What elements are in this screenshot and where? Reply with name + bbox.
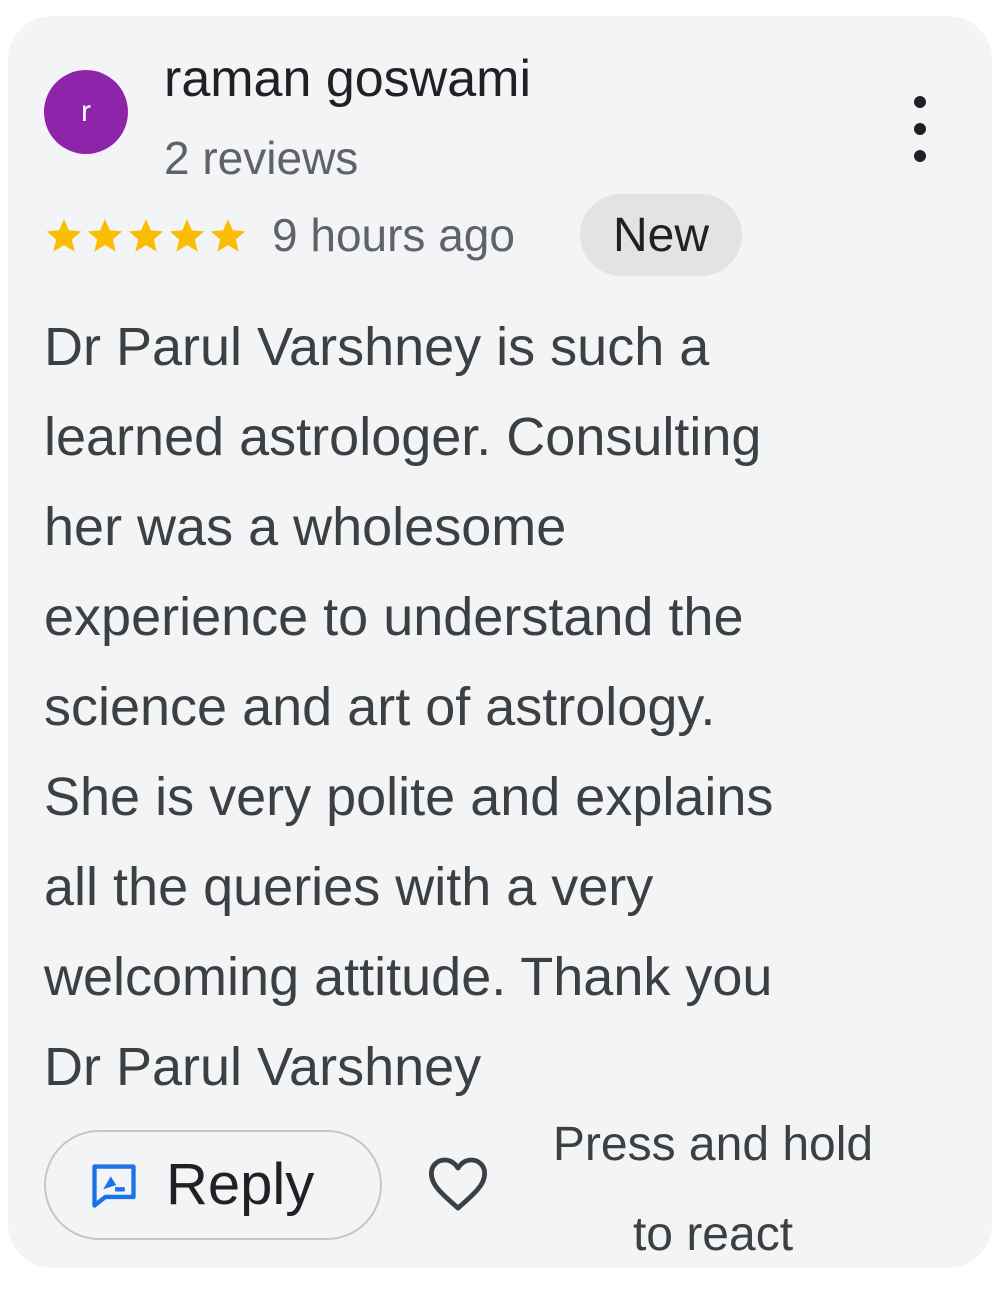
reviewer-name[interactable]: raman goswami <box>164 44 531 114</box>
star-icon <box>46 219 82 252</box>
star-icon <box>87 219 123 252</box>
rate-review-icon <box>88 1159 140 1211</box>
review-time: 9 hours ago <box>272 209 515 261</box>
more-vert-icon[interactable] <box>896 96 944 162</box>
star-icon <box>169 219 205 252</box>
reply-label: Reply <box>166 1152 315 1217</box>
avatar[interactable]: r <box>44 70 128 154</box>
react-hint: Press and hold to react <box>552 1118 874 1261</box>
star-rating <box>44 216 248 256</box>
avatar-letter: r <box>81 95 91 128</box>
review-text: Dr Parul Varshney is such a learned astr… <box>44 317 774 1097</box>
star-icon <box>210 219 246 252</box>
review-count[interactable]: 2 reviews <box>164 126 358 190</box>
star-icon <box>128 219 164 252</box>
heart-outline-icon[interactable] <box>426 1154 490 1214</box>
reply-button[interactable]: Reply <box>44 1130 382 1240</box>
new-badge: New <box>580 194 742 276</box>
